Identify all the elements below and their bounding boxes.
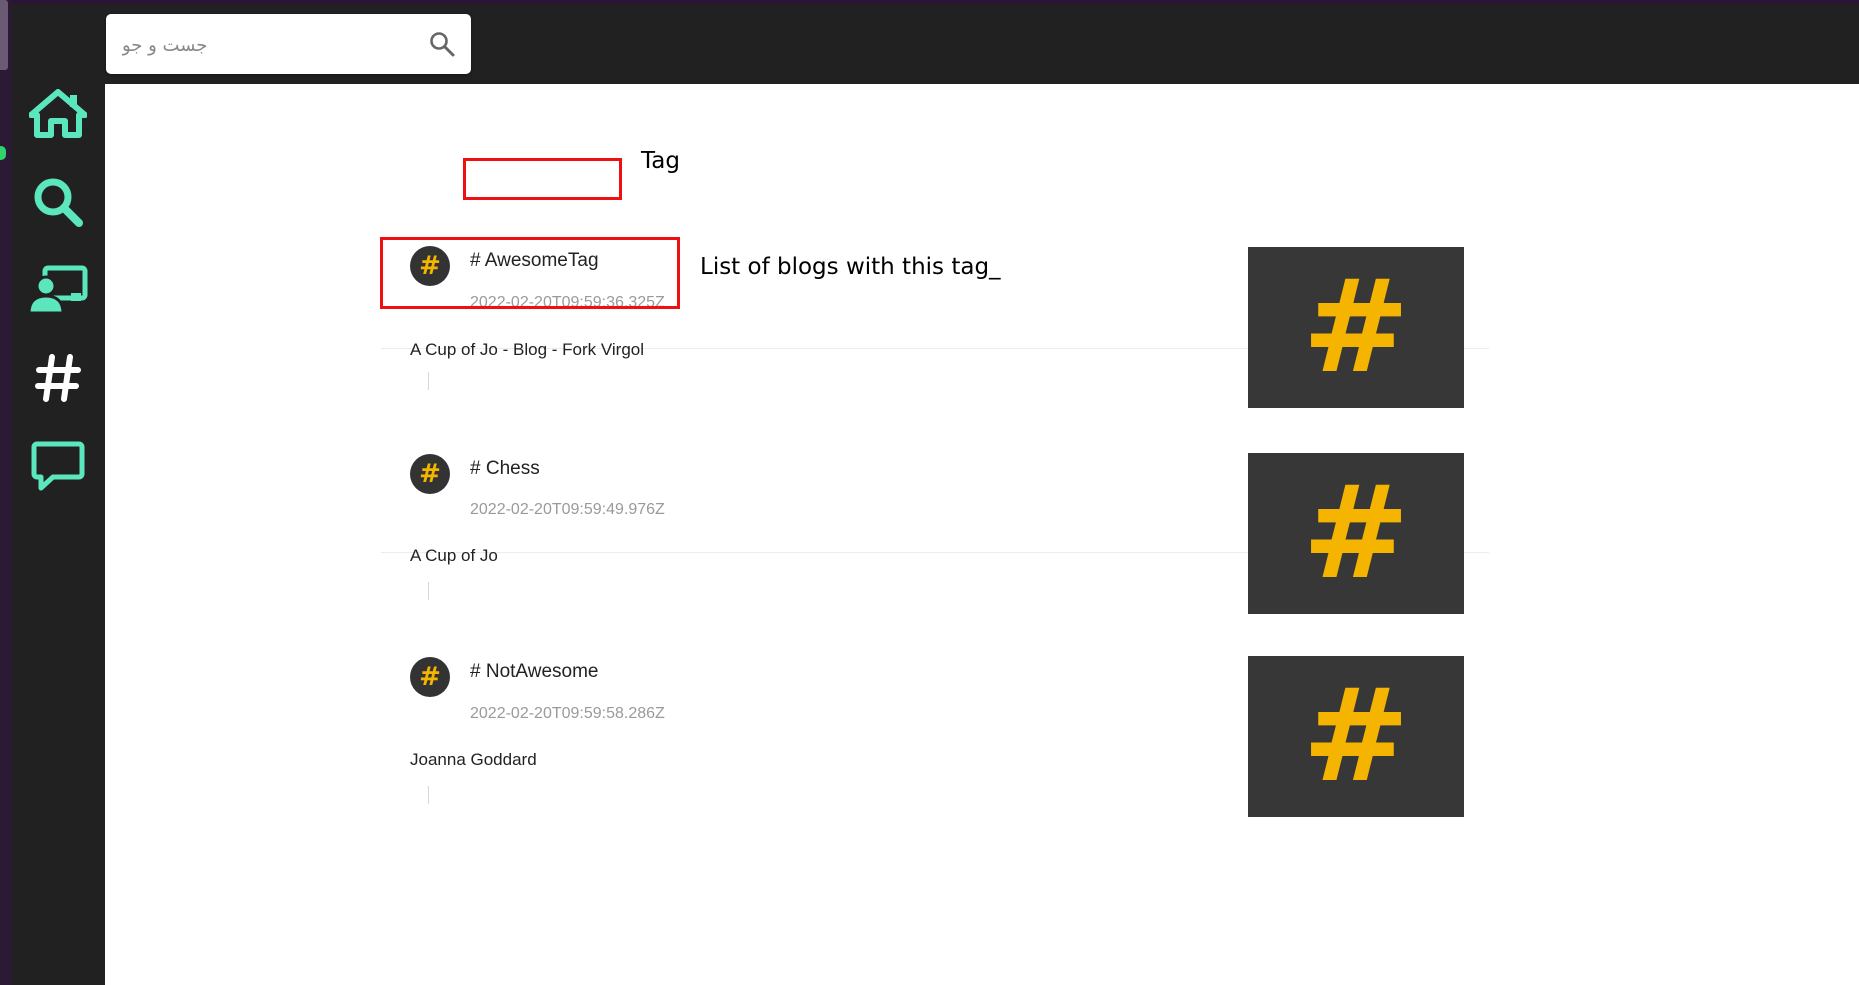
sidebar-item-search[interactable] [26,170,90,234]
blog-list-quote-line [428,786,429,804]
search-icon[interactable] [429,31,455,57]
status-dot [0,146,6,160]
tag-avatar: # [410,657,450,697]
sidebar-item-tags[interactable] [26,346,90,410]
search-icon [34,178,83,227]
tag-thumbnail: # [1248,656,1464,817]
window-left-edge [0,0,12,985]
hashtag-icon [35,354,81,402]
tag-date: 2022-02-20T09:59:58.286Z [470,705,665,722]
window-scroll-knob [0,0,8,70]
blog-list-annotation-box [380,237,680,309]
tag-card: # # NotAwesome 2022-02-20T09:59:58.286Z … [381,553,1489,853]
blog-list-annotation-label: List of blogs with this tag_ [700,254,1001,280]
tag-date: 2022-02-20T09:59:49.976Z [470,501,665,518]
tag-title[interactable]: # Chess [470,458,540,480]
chat-bubble-icon [31,441,85,491]
sidebar [12,4,105,985]
top-bar [105,4,1859,84]
home-icon [29,89,87,138]
tag-title-annotation-box [463,158,622,200]
tag-card: # # Chess 2022-02-20T09:59:49.976Z A Cup… [381,349,1489,614]
tag-title[interactable]: # NotAwesome [470,661,599,683]
sidebar-item-messages[interactable] [26,434,90,498]
tag-avatar: # [410,454,450,494]
sidebar-item-home[interactable] [26,82,90,146]
tag-blog-list[interactable]: Joanna Goddard [410,750,537,770]
tag-annotation-label: Tag [641,148,680,174]
user-screen-icon [27,265,88,315]
search-box [106,14,471,76]
tags-page: # # AwesomeTag 2022-02-20T09:59:36.325Z … [105,84,1859,985]
sidebar-item-profile[interactable] [26,258,90,322]
search-input[interactable] [120,14,414,76]
